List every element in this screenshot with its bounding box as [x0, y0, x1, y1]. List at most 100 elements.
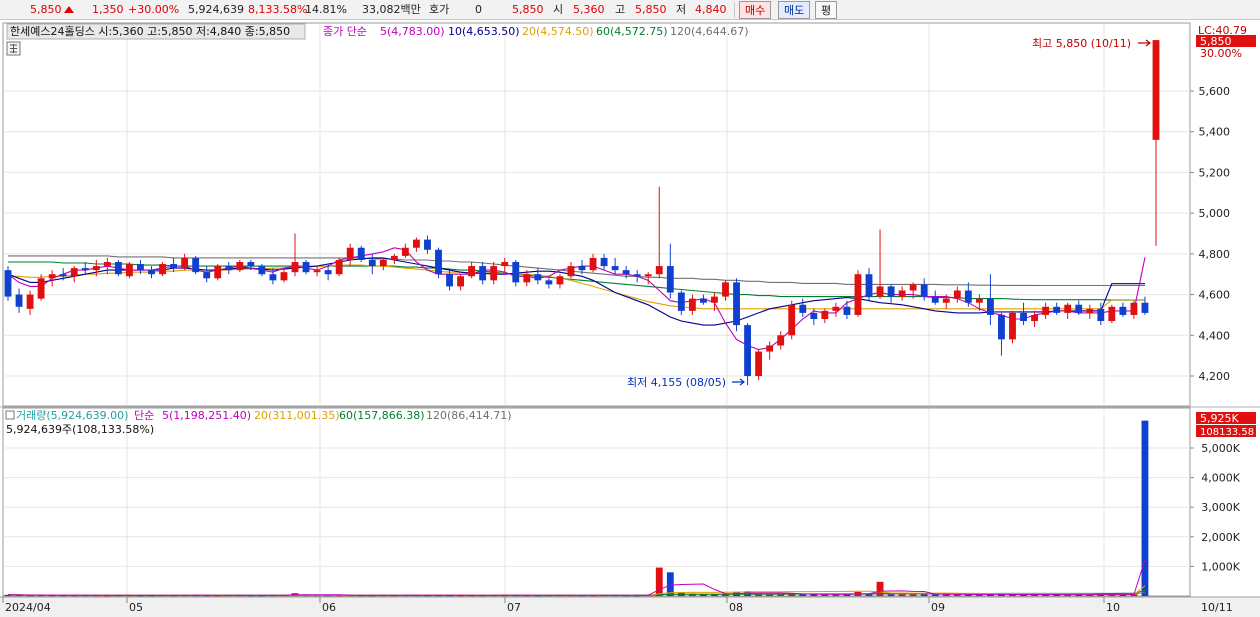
candle-down: [810, 312, 818, 319]
volume-tick-label: 4,000K: [1201, 472, 1240, 485]
up-arrow-icon: [62, 0, 74, 19]
candle-up: [291, 262, 299, 273]
ma20-legend: 20(4,574.50): [522, 25, 594, 38]
candle-up: [655, 266, 663, 275]
candle-down: [1097, 308, 1105, 322]
volume-tick-label: 2,000K: [1201, 531, 1240, 544]
current-price: 5,850: [30, 3, 62, 16]
candle-down: [622, 270, 630, 275]
candle-down: [302, 262, 310, 273]
price-tick-label: 5,400: [1199, 126, 1231, 139]
candle-up: [379, 259, 387, 267]
candle-down: [324, 270, 332, 275]
candle-down: [15, 294, 23, 307]
candle-down: [578, 266, 586, 271]
candle-down: [677, 292, 685, 311]
candle-down: [666, 266, 674, 293]
candle-up: [567, 266, 575, 277]
candle-down: [545, 280, 553, 285]
quote-label: 호가: [429, 3, 450, 16]
candle-down: [424, 239, 431, 250]
candle-up: [1031, 314, 1038, 322]
volume-tick-label: 3,000K: [1201, 501, 1240, 514]
low-label: 저: [676, 3, 687, 16]
x-tick-label: 2024/04: [5, 601, 51, 614]
volume-ratio: 8,133.58%: [248, 3, 308, 16]
candle-down: [170, 264, 177, 269]
candle-up: [490, 266, 498, 281]
x-tick-label: 08: [729, 601, 743, 614]
x-axis-last-date: 10/11: [1201, 601, 1233, 614]
candle-up: [556, 276, 564, 285]
candle-down: [368, 259, 376, 267]
candle-down: [247, 262, 255, 267]
ma-title: 종가 단순: [323, 25, 367, 38]
candle-up: [1009, 312, 1016, 340]
candle-up: [126, 264, 133, 277]
candle-down: [534, 274, 542, 281]
candle-down: [1020, 312, 1027, 322]
candle-up: [589, 257, 597, 271]
candle-down: [269, 274, 277, 281]
trade-amount: 33,082백만: [362, 3, 421, 16]
candle-up: [37, 278, 45, 299]
volume-bar: [1141, 420, 1149, 596]
volume-panel-frame: [2, 407, 1191, 597]
price-status-bar: 5,850 1,350 +30.00% 5,924,639 8,133.58% …: [0, 0, 1260, 20]
candle-up: [1152, 40, 1160, 140]
high-value: 5,850: [635, 3, 667, 16]
candle-up: [523, 274, 531, 283]
candle-down: [225, 266, 233, 271]
candle-up: [1064, 304, 1072, 313]
price-tick-label: 4,800: [1199, 248, 1231, 261]
candle-down: [865, 274, 873, 297]
candle-up: [766, 345, 774, 352]
candle-up: [26, 294, 34, 309]
average-button[interactable]: 평: [815, 1, 838, 19]
price-tick-label: 4,400: [1199, 329, 1231, 342]
candle-up: [181, 257, 189, 269]
x-tick-label: 06: [322, 601, 336, 614]
sell-button[interactable]: 매도: [778, 1, 811, 19]
price-tick-label: 4,200: [1199, 370, 1231, 383]
candle-up: [688, 298, 696, 311]
candle-down: [600, 257, 608, 267]
candle-up: [457, 276, 464, 287]
volume-bar: [931, 594, 939, 596]
buy-button[interactable]: 매수: [739, 1, 772, 19]
high-marker-text: 최고 5,850 (10/11): [1032, 37, 1131, 50]
last-ratio-tag-text: 108133.58: [1200, 427, 1254, 438]
candle-down: [81, 268, 89, 271]
volume-ma120-legend: 120(86,414.71): [426, 409, 512, 422]
candle-down: [964, 290, 972, 303]
candle-up: [722, 282, 729, 297]
stock-chart[interactable]: 한세예스24홀딩스 시:5,360 고:5,850 저:4,840 종:5,85…: [0, 20, 1260, 617]
price-change-pct: +30.00%: [128, 3, 180, 16]
candle-down: [843, 306, 851, 315]
high-label: 고: [615, 3, 626, 16]
volume-info-text: 5,924,639주(108,133.58%): [6, 423, 154, 436]
candle-down: [931, 296, 939, 303]
candle-down: [887, 286, 895, 297]
low-value: 4,840: [695, 3, 727, 16]
candle-up: [413, 239, 420, 248]
candle-down: [700, 298, 707, 303]
divider: [734, 2, 735, 18]
candle-up: [214, 266, 222, 279]
stock-info-text: 한세예스24홀딩스 시:5,360 고:5,850 저:4,840 종:5,85…: [10, 25, 290, 38]
x-tick-label: 09: [931, 601, 945, 614]
candle-up: [48, 274, 56, 279]
candle-up: [711, 296, 718, 303]
price-tick-label: 4,600: [1199, 289, 1231, 302]
candle-up: [821, 310, 829, 319]
candle-down: [4, 270, 12, 297]
candle-up: [346, 247, 354, 260]
candle-up: [942, 298, 950, 303]
candle-down: [203, 272, 211, 279]
candle-up: [401, 247, 409, 256]
last-volume-tag-text: 5,925K: [1200, 412, 1239, 425]
candle-down: [633, 274, 641, 277]
candle-down: [733, 282, 740, 326]
volume-ma60-legend: 60(157,866.38): [339, 409, 425, 422]
volume-axis-ticks: 5,000K 4,000K 3,000K 2,000K 1,000K: [1190, 442, 1241, 573]
